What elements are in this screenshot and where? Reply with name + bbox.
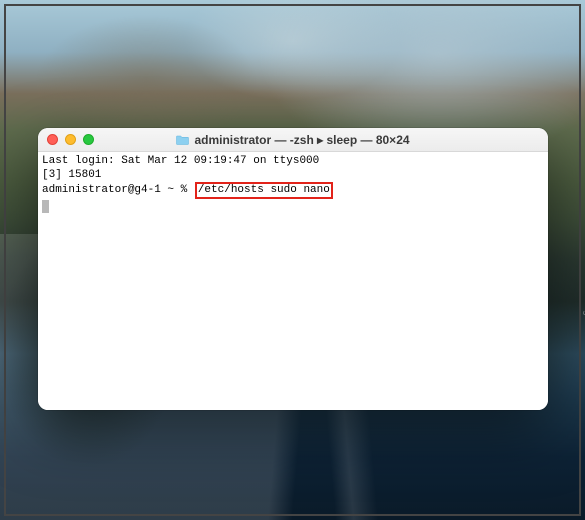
terminal-prompt-line: administrator@g4-1 ~ % /etc/hosts sudo n… <box>42 182 544 199</box>
terminal-body[interactable]: Last login: Sat Mar 12 09:19:47 on ttys0… <box>38 152 548 410</box>
folder-icon <box>176 135 189 145</box>
prompt-text: administrator@g4-1 ~ % <box>42 184 194 196</box>
minimize-icon[interactable] <box>65 134 76 145</box>
terminal-cursor-line <box>42 199 544 213</box>
terminal-line: [3] 15801 <box>42 168 544 182</box>
window-title: administrator — -zsh ▸ sleep — 80×24 <box>194 133 409 147</box>
highlighted-command: /etc/hosts sudo nano <box>195 182 333 199</box>
close-icon[interactable] <box>47 134 58 145</box>
maximize-icon[interactable] <box>83 134 94 145</box>
window-titlebar[interactable]: administrator — -zsh ▸ sleep — 80×24 <box>38 128 548 152</box>
terminal-window[interactable]: administrator — -zsh ▸ sleep — 80×24 Las… <box>38 128 548 410</box>
terminal-line: Last login: Sat Mar 12 09:19:47 on ttys0… <box>42 154 544 168</box>
cursor-icon <box>42 200 49 213</box>
traffic-lights <box>38 134 94 145</box>
title-wrap: administrator — -zsh ▸ sleep — 80×24 <box>38 133 548 147</box>
